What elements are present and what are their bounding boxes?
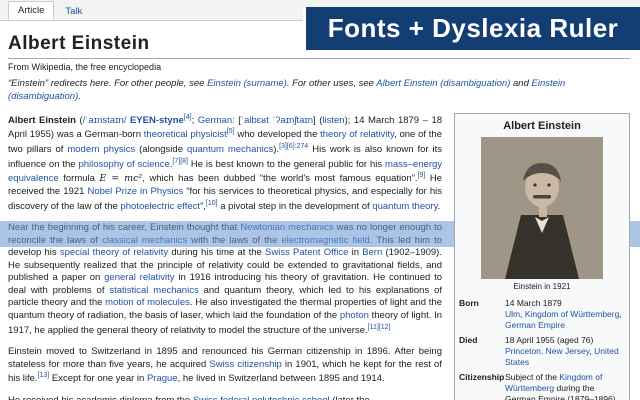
wiki-link[interactable]: Swiss citizenship xyxy=(209,359,281,370)
infobox-row-value: 14 March 1879Ulm, Kingdom of Württemberg… xyxy=(505,298,625,331)
reference-link[interactable]: [4] xyxy=(184,114,192,121)
text-run: (alongside xyxy=(135,144,187,155)
text-run: Albert Einstein xyxy=(8,115,76,126)
infobox-row-label: Died xyxy=(459,335,505,368)
text-run: He received his academic diploma from th… xyxy=(8,395,193,400)
page-title: Albert Einstein xyxy=(8,33,150,54)
extension-banner: Fonts + Dyslexia Ruler xyxy=(303,7,640,53)
formula-emc2: E = mc² xyxy=(99,174,142,185)
wiki-link[interactable]: electromagnetic field xyxy=(281,235,369,246)
text-run: formula xyxy=(59,174,100,185)
wiki-link[interactable]: motion of molecules xyxy=(105,297,190,308)
wiki-link[interactable]: special theory of relativity xyxy=(60,247,168,258)
tab-article[interactable]: Article xyxy=(8,1,54,20)
site-tagline: From Wikipedia, the free encyclopedia xyxy=(8,62,630,72)
wiki-link[interactable]: philosophy of science xyxy=(78,159,169,170)
wiki-link[interactable]: theoretical physicist xyxy=(144,129,227,140)
wiki-link[interactable]: Nobel Prize in Physics xyxy=(87,186,183,197)
text-run: who developed the xyxy=(235,129,321,140)
infobox-row-value: Subject of the Kingdom of Württemberg du… xyxy=(505,372,625,400)
wiki-link[interactable]: Newtonian mechanics xyxy=(240,222,333,233)
text-run: , which has been dubbed “the world's mos… xyxy=(142,174,417,185)
infobox: Albert Einstein Einstein in 1921 Born14 … xyxy=(454,113,630,400)
text-run: 18 April 1955 (aged 76) xyxy=(505,335,593,345)
einstein-photo[interactable] xyxy=(481,137,603,279)
wiki-link[interactable]: listen xyxy=(322,115,344,126)
text-run: Subject of the xyxy=(505,372,559,382)
wiki-link[interactable]: EYEN-styne xyxy=(130,115,184,126)
text-run: . xyxy=(438,201,441,212)
text-run: a pivotal step in the development of xyxy=(218,201,373,212)
infobox-title: Albert Einstein xyxy=(459,117,625,137)
wiki-link[interactable]: German: xyxy=(198,115,235,126)
wiki-link[interactable]: Swiss Patent Office xyxy=(265,247,348,258)
wiki-link[interactable]: quantum theory xyxy=(372,201,437,212)
wiki-link[interactable]: Ulm xyxy=(505,309,520,319)
page-content: + Albert Einstein From Wikipedia, the fr… xyxy=(0,21,640,400)
text-run: , xyxy=(619,309,621,319)
wiki-link[interactable]: Kingdom of Württemberg xyxy=(525,309,619,319)
wiki-link[interactable]: Prague xyxy=(147,373,178,384)
wiki-link[interactable]: theory of relativity xyxy=(320,129,394,140)
reference-link[interactable]: [3][6]:274 xyxy=(279,143,308,150)
wiki-link[interactable]: German Empire xyxy=(505,320,565,330)
infobox-caption: Einstein in 1921 xyxy=(459,279,625,296)
text-run: ] ( xyxy=(313,115,322,126)
text-run: Except for one year in xyxy=(49,373,147,384)
wiki-link[interactable]: photoelectric effect xyxy=(120,201,200,212)
text-run: during his time at the xyxy=(168,247,265,258)
wiki-link[interactable]: quantum mechanics xyxy=(187,144,273,155)
wiki-link[interactable]: photon xyxy=(340,310,369,321)
text-run: ( xyxy=(76,115,83,126)
wiki-link[interactable]: Albert Einstein (disambiguation) xyxy=(376,78,510,89)
text-run: (later the xyxy=(330,395,370,400)
text-run: in xyxy=(348,247,362,258)
hatnote: “Einstein” redirects here. For other peo… xyxy=(8,78,630,104)
reference-link[interactable]: [7][8] xyxy=(172,158,188,165)
text-run: “Einstein” redirects here. For other peo… xyxy=(8,78,207,89)
wiki-link[interactable]: /ˈaɪnstaɪn/ xyxy=(83,115,127,126)
infobox-row: Born14 March 1879Ulm, Kingdom of Württem… xyxy=(459,296,625,333)
infobox-row: Died18 April 1955 (aged 76)Princeton, Ne… xyxy=(459,333,625,370)
wiki-link[interactable]: classical mechanics xyxy=(102,235,187,246)
wiki-link[interactable]: ˈalbɛʁt ˈʔaɪnʃtaɪn xyxy=(241,115,313,126)
wiki-link[interactable]: Bern xyxy=(362,247,382,258)
wiki-link[interactable]: Swiss federal polytechnic school xyxy=(193,395,330,400)
text-run: and xyxy=(510,78,531,89)
text-run: He is best known to the general public f… xyxy=(188,159,385,170)
extension-banner-label: Fonts + Dyslexia Ruler xyxy=(328,13,619,44)
reference-link[interactable]: [11][12] xyxy=(368,324,391,331)
reference-link[interactable]: [13] xyxy=(38,372,50,379)
text-run: . For other uses, see xyxy=(287,78,376,89)
text-run: Near the beginning of his career, Einste… xyxy=(8,222,240,233)
infobox-row-value: 18 April 1955 (aged 76)Princeton, New Je… xyxy=(505,335,625,368)
reference-link[interactable]: [5] xyxy=(227,128,235,135)
text-run: , he lived in Switzerland between 1895 a… xyxy=(178,373,385,384)
infobox-row-label: Citizenship xyxy=(459,372,505,400)
infobox-rows: Born14 March 1879Ulm, Kingdom of Württem… xyxy=(459,296,625,400)
wiki-link[interactable]: statistical mechanics xyxy=(109,285,198,296)
wiki-link[interactable]: modern physics xyxy=(67,144,135,155)
text-run: . xyxy=(78,91,81,102)
text-run: 14 March 1879 xyxy=(505,298,562,308)
reference-link[interactable]: [10] xyxy=(206,200,218,207)
wiki-link[interactable]: general relativity xyxy=(104,272,174,283)
infobox-row-label: Born xyxy=(459,298,505,331)
text-run: with the laws of the xyxy=(187,235,281,246)
wiki-link[interactable]: Einstein (surname) xyxy=(207,78,287,89)
wiki-link[interactable]: Princeton, New Jersey xyxy=(505,346,589,356)
infobox-row: CitizenshipSubject of the Kingdom of Wür… xyxy=(459,370,625,400)
tab-talk[interactable]: Talk xyxy=(56,3,91,20)
